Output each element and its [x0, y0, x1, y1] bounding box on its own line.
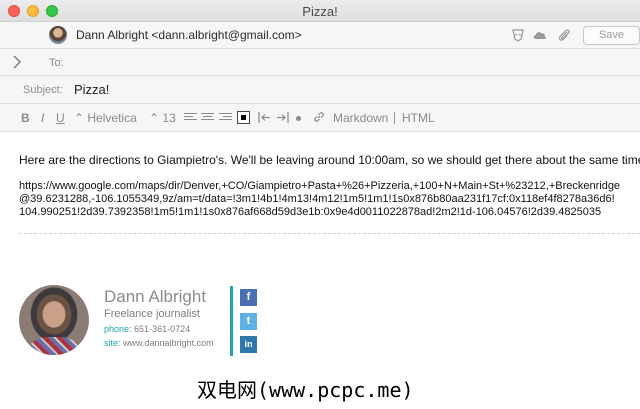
signature-photo	[19, 285, 89, 355]
message-body-text[interactable]: Here are the directions to Giampietro's.…	[19, 153, 640, 167]
to-row: To:	[0, 49, 640, 76]
html-toggle[interactable]: HTML	[402, 111, 435, 125]
phone-value: 651-361-0724	[134, 324, 191, 334]
outdent-icon[interactable]	[258, 111, 271, 124]
from-account-selector[interactable]: Dann Albright <dann.albright@gmail.com>	[76, 28, 302, 42]
link-icon[interactable]	[312, 110, 326, 124]
cloud-icon[interactable]	[532, 27, 548, 43]
title-bar: Pizza!	[0, 0, 640, 22]
save-button[interactable]: Save	[583, 26, 640, 45]
facebook-icon[interactable]: f	[240, 289, 257, 306]
align-left-icon[interactable]	[184, 113, 197, 123]
italic-button[interactable]: I	[41, 111, 44, 125]
attachment-icon[interactable]	[556, 27, 572, 43]
link-line[interactable]: https://www.google.com/maps/dir/Denver,+…	[19, 180, 620, 193]
sender-avatar	[49, 26, 67, 44]
subject-label: Subject:	[23, 84, 63, 96]
site-link[interactable]: www.dannalbright.com	[123, 338, 214, 348]
signature-accent-bar	[230, 286, 233, 356]
bullet-list-icon[interactable]	[296, 116, 301, 121]
underline-button[interactable]: U	[56, 111, 65, 125]
to-label: To:	[49, 57, 64, 69]
chevron-right-icon[interactable]	[12, 55, 22, 69]
signature-divider	[19, 233, 640, 234]
format-toolbar: B I U ⌃ Helvetica ⌃ 13 Markdown HTML	[0, 104, 640, 132]
signature-name: Dann Albright	[104, 287, 207, 306]
watermark-text: 双电网(www.pcpc.me)	[197, 378, 414, 402]
text-color-button[interactable]	[237, 111, 250, 124]
markdown-toggle[interactable]: Markdown	[333, 111, 388, 125]
toolbar-divider	[394, 112, 395, 124]
subject-row: Subject: Pizza!	[0, 76, 640, 104]
signature-role: Freelance journalist	[104, 308, 200, 320]
font-family-select[interactable]: ⌃ Helvetica	[74, 111, 137, 125]
bold-button[interactable]: B	[21, 111, 30, 125]
from-row: Dann Albright <dann.albright@gmail.com> …	[0, 22, 640, 49]
twitter-icon[interactable]: t	[240, 313, 257, 330]
align-center-icon[interactable]	[201, 113, 214, 123]
phone-label: phone:	[104, 324, 132, 334]
link-line[interactable]: 104.990251!2d39.7392358!1m5!1m1!1s0x876a…	[19, 206, 620, 219]
linkedin-icon[interactable]: in	[240, 336, 257, 353]
link-line[interactable]: @39.6231288,-106.1055349,9z/am=t/data=!3…	[19, 193, 620, 206]
signature-phone: phone: 651-361-0724	[104, 324, 190, 334]
align-right-icon[interactable]	[219, 113, 232, 123]
site-label: site:	[104, 338, 121, 348]
signature-site: site: www.dannalbright.com	[104, 338, 214, 348]
font-size-select[interactable]: ⌃ 13	[149, 111, 176, 125]
to-input[interactable]	[78, 53, 628, 72]
window-title: Pizza!	[302, 4, 338, 19]
signature-icon[interactable]	[510, 27, 526, 43]
indent-icon[interactable]	[276, 111, 289, 124]
subject-field[interactable]: Pizza!	[74, 82, 109, 97]
directions-link[interactable]: https://www.google.com/maps/dir/Denver,+…	[19, 180, 620, 219]
